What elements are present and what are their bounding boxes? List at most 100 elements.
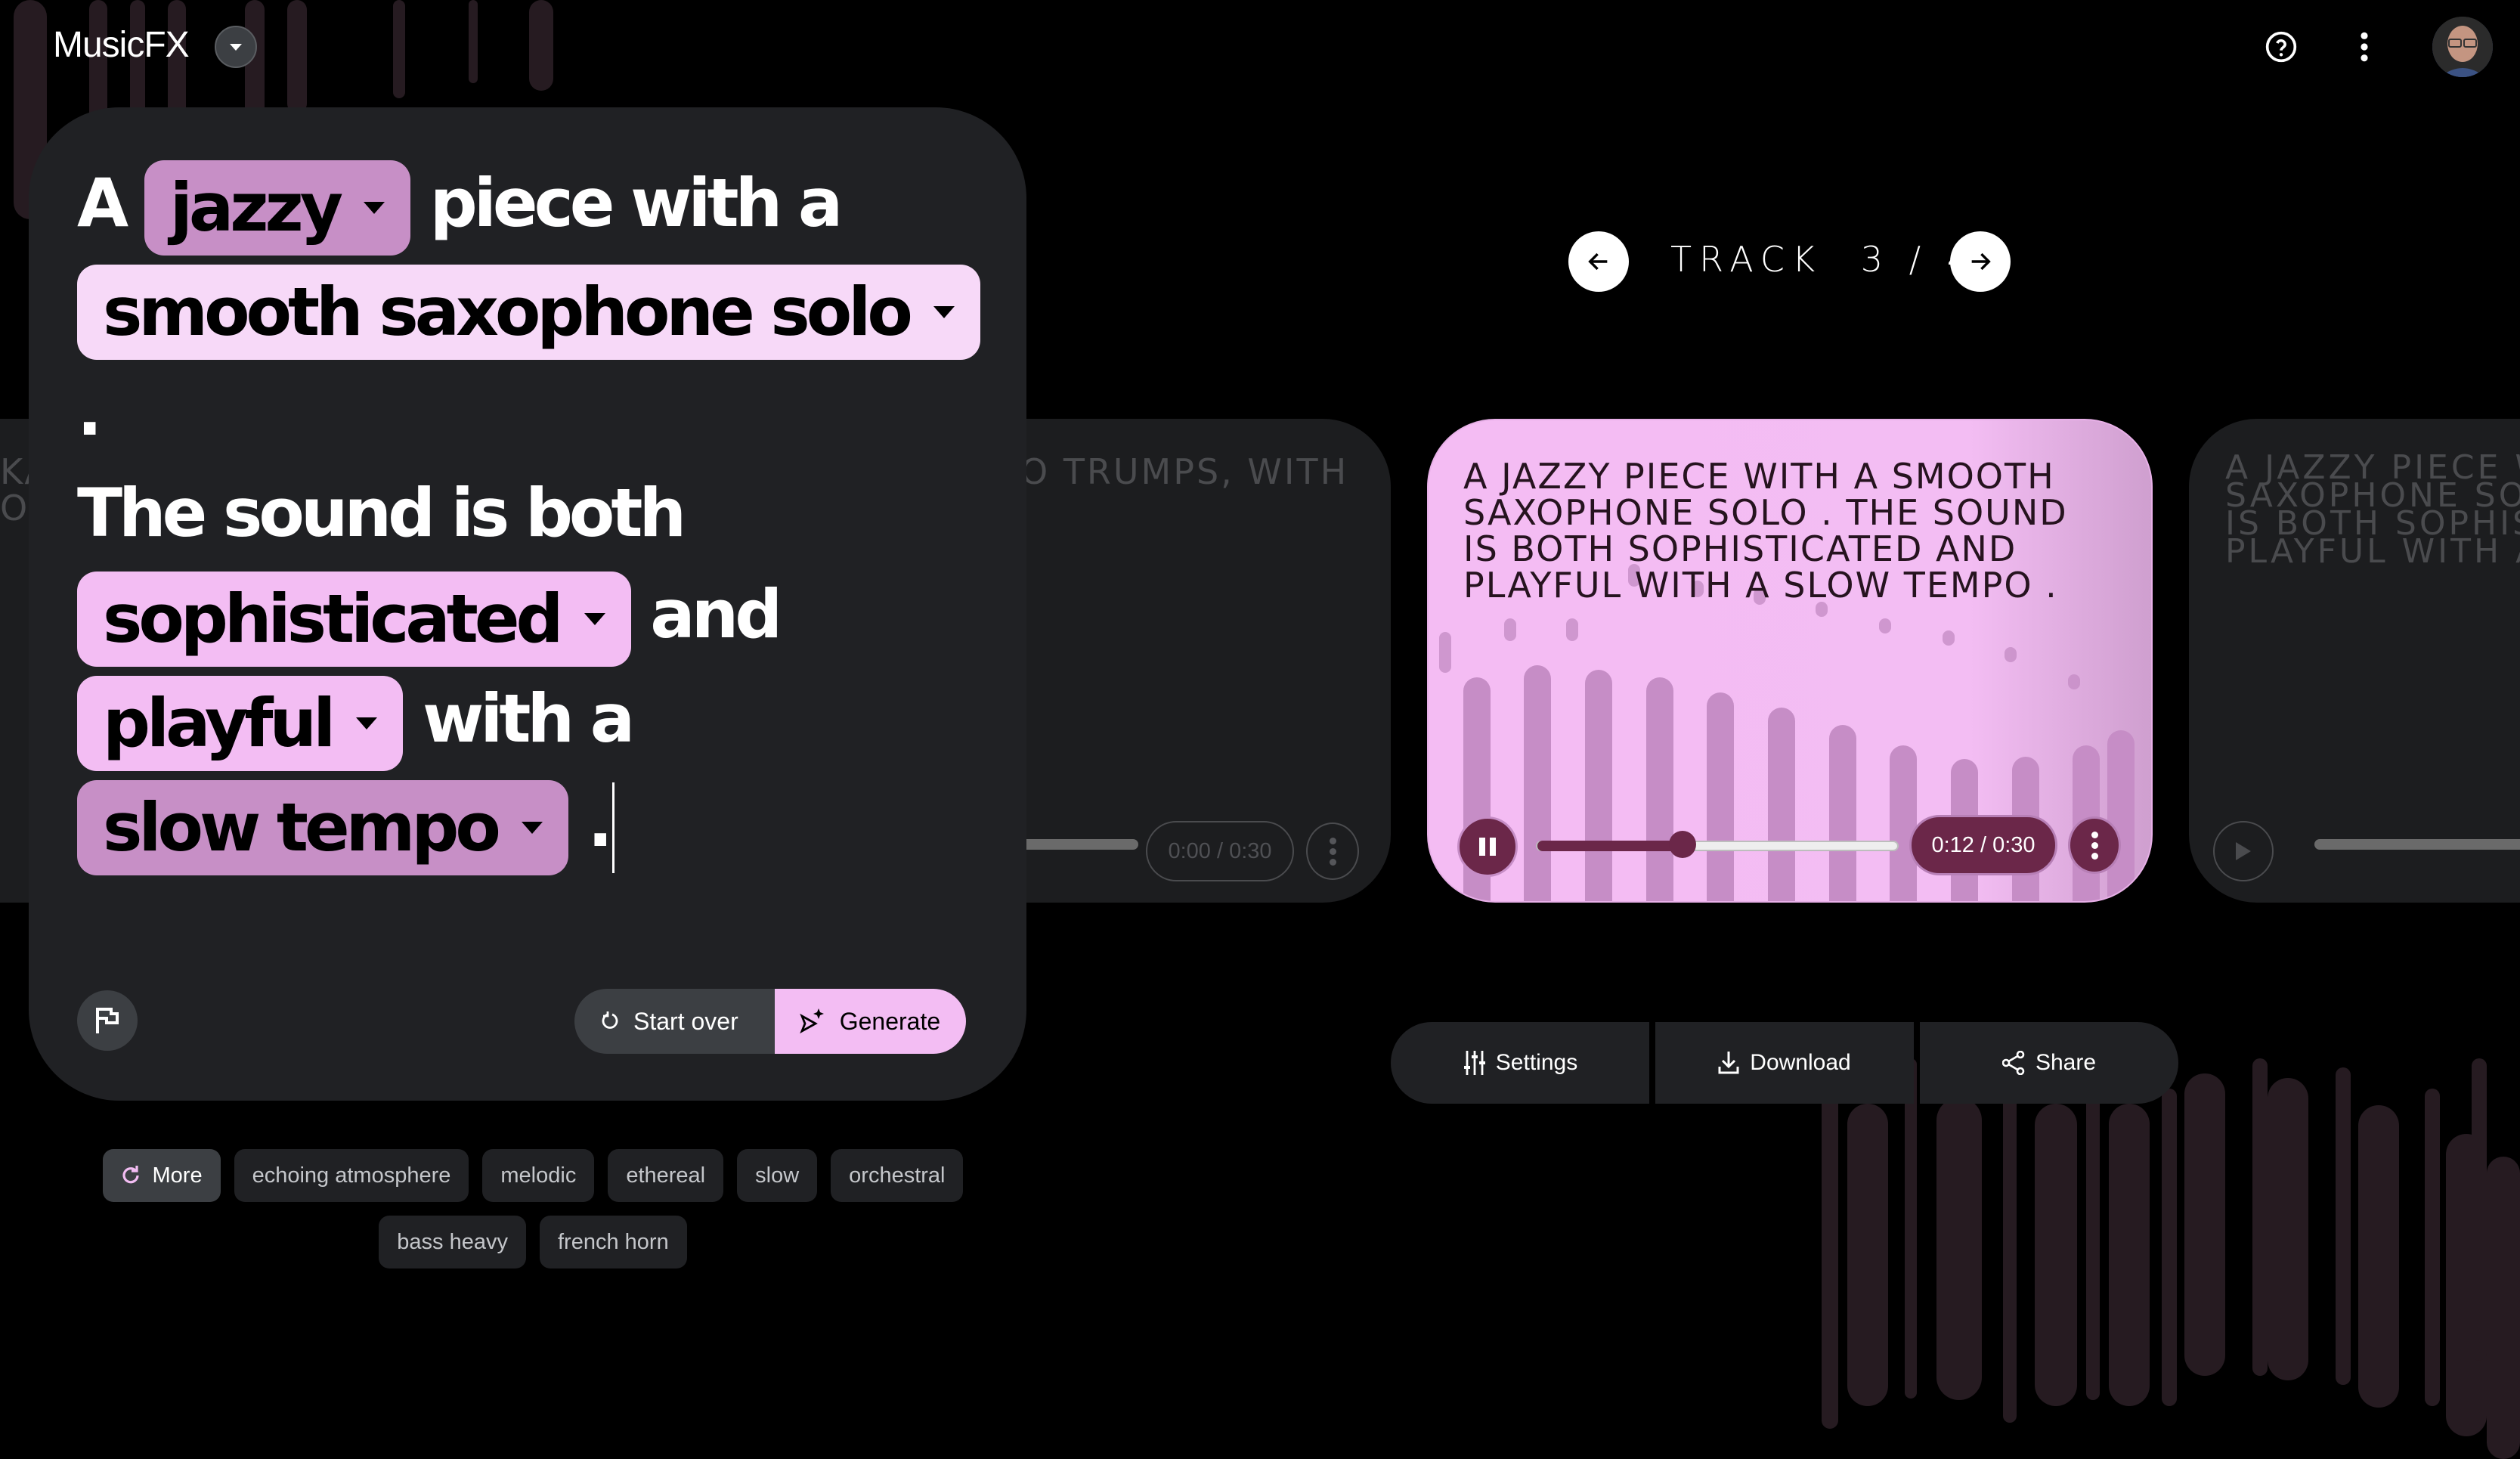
pause-button[interactable] (1457, 816, 1518, 877)
waveform-bar (1584, 670, 1612, 901)
waveform-bar (1707, 692, 1735, 901)
track-more-button[interactable] (2068, 816, 2121, 874)
play-icon (2236, 842, 2251, 860)
background-bar (1905, 1058, 1917, 1399)
track-card-text: A JAZZY PIECE WITH A SMOOTH SAXOPHONE SO… (1463, 456, 2068, 606)
background-bar (2252, 1058, 2268, 1376)
background-bar (2446, 1134, 2487, 1436)
dropdown-arrow-icon (933, 306, 955, 319)
suggestion-chip[interactable]: slow (737, 1149, 818, 1202)
prompt-actions: Start over Generate (574, 989, 967, 1054)
app-title: MusicFX (53, 25, 190, 65)
more-vertical-icon (2091, 831, 2098, 860)
progress-thumb[interactable] (1669, 831, 1696, 858)
dropdown-arrow-icon (521, 822, 543, 835)
waveform-dot (1879, 618, 1891, 633)
waveform-bar (1645, 677, 1673, 901)
background-bar (2358, 1105, 2399, 1408)
dropdown-arrow-icon (356, 717, 378, 730)
app-switcher-button[interactable] (215, 26, 257, 68)
background-bar (529, 0, 553, 91)
prompt-chip-tempo[interactable]: slow tempo (77, 780, 568, 876)
suggestion-chips: More echoing atmosphere melodic ethereal… (87, 1149, 979, 1268)
download-button[interactable]: Download (1655, 1022, 1914, 1104)
suggestion-chip[interactable]: ethereal (608, 1149, 724, 1202)
arrow-left-icon (1588, 252, 1608, 271)
background-bar (2472, 1058, 2487, 1361)
progress-fill (1537, 841, 1683, 851)
track-indicator: TRACK 3 / 4 (1670, 239, 1977, 280)
download-label: Download (1750, 1050, 1851, 1075)
prompt-word: A (77, 164, 128, 242)
progress-bar[interactable] (1536, 831, 1899, 858)
prompt-editor[interactable]: A jazzy piece with a smooth saxophone so… (29, 107, 1026, 1101)
more-options-button[interactable] (2340, 23, 2388, 71)
arrow-right-icon (1971, 252, 1991, 271)
track-actions: Settings Download Share (1391, 1022, 2178, 1104)
background-bar (469, 0, 478, 83)
background-bar (1847, 1104, 1888, 1406)
waveform-dot (1504, 618, 1516, 641)
more-vertical-icon (2361, 32, 2368, 62)
next-track-button[interactable] (1950, 231, 2011, 292)
waveform-bar (1524, 665, 1552, 901)
help-icon (2265, 31, 2297, 63)
waveform-dot (1439, 632, 1451, 673)
track-card-text: A JAZZY PIECE W SAXOPHONE SO IS BOTH SOP… (2225, 448, 2520, 571)
dropdown-arrow-icon (584, 613, 605, 626)
dropdown-arrow-icon (364, 202, 385, 215)
share-button[interactable]: Share (1920, 1022, 2178, 1104)
suggestion-chip[interactable]: orchestral (831, 1149, 964, 1202)
prompt-word: . (587, 784, 613, 863)
prompt-chip-instrument[interactable]: smooth saxophone solo (77, 265, 980, 361)
suggestion-chip[interactable]: echoing atmosphere (234, 1149, 469, 1202)
prompt-text[interactable]: A jazzy piece with a smooth saxophone so… (77, 153, 1007, 877)
text-cursor (611, 782, 615, 874)
background-bar (2086, 1083, 2100, 1400)
start-over-label: Start over (633, 1007, 738, 1035)
more-label: More (152, 1163, 203, 1188)
download-icon (1718, 1052, 1739, 1074)
help-button[interactable] (2257, 23, 2305, 71)
prompt-chip-playful[interactable]: playful (77, 676, 404, 772)
previous-track-button[interactable] (1568, 231, 1629, 292)
chevron-down-icon (230, 43, 242, 51)
settings-label: Settings (1495, 1050, 1578, 1075)
waveform-dot (2005, 647, 2017, 662)
track-card-text: O TRUMPS, WITH (1020, 451, 1349, 492)
more-suggestions-button[interactable]: More (102, 1149, 221, 1202)
background-bar (2268, 1078, 2308, 1380)
prompt-chip-jazzy[interactable]: jazzy (144, 160, 411, 256)
background-bar (393, 0, 405, 98)
share-icon (2001, 1051, 2025, 1075)
report-button[interactable] (77, 990, 138, 1051)
time-display: 0:00 / 0:30 (1146, 821, 1294, 881)
background-bar (2336, 1067, 2351, 1385)
prompt-word: . (77, 373, 103, 451)
suggestion-chip[interactable]: french horn (540, 1216, 687, 1268)
track-label: TRACK (1670, 239, 1823, 280)
avatar[interactable] (2432, 17, 2493, 77)
play-button[interactable] (2213, 821, 2274, 881)
generate-label: Generate (839, 1007, 941, 1035)
waveform-dot (1566, 618, 1578, 641)
settings-button[interactable]: Settings (1391, 1022, 1649, 1104)
prompt-word: piece with a (429, 164, 844, 242)
track-card-3-active[interactable]: A JAZZY PIECE WITH A SMOOTH SAXOPHONE SO… (1427, 419, 2153, 903)
background-bar (1822, 1081, 1838, 1429)
track-card-4[interactable]: A JAZZY PIECE W SAXOPHONE SO IS BOTH SOP… (2189, 419, 2520, 903)
avatar-image (2432, 17, 2493, 77)
suggestion-chip[interactable]: bass heavy (379, 1216, 526, 1268)
prompt-chip-sophisticated[interactable]: sophisticated (77, 572, 631, 668)
chip-label: slow tempo (103, 788, 501, 867)
suggestion-chip[interactable]: melodic (482, 1149, 595, 1202)
generate-button[interactable]: Generate (774, 989, 967, 1054)
prompt-word: and (650, 575, 782, 654)
start-over-button[interactable]: Start over (574, 989, 775, 1054)
progress-bar[interactable] (2314, 839, 2520, 850)
chip-label: sophisticated (103, 580, 564, 658)
sliders-icon (1463, 1051, 1485, 1075)
background-bar (2184, 1073, 2225, 1376)
track-more-button[interactable] (1306, 822, 1359, 880)
waveform-bar (2107, 730, 2135, 901)
